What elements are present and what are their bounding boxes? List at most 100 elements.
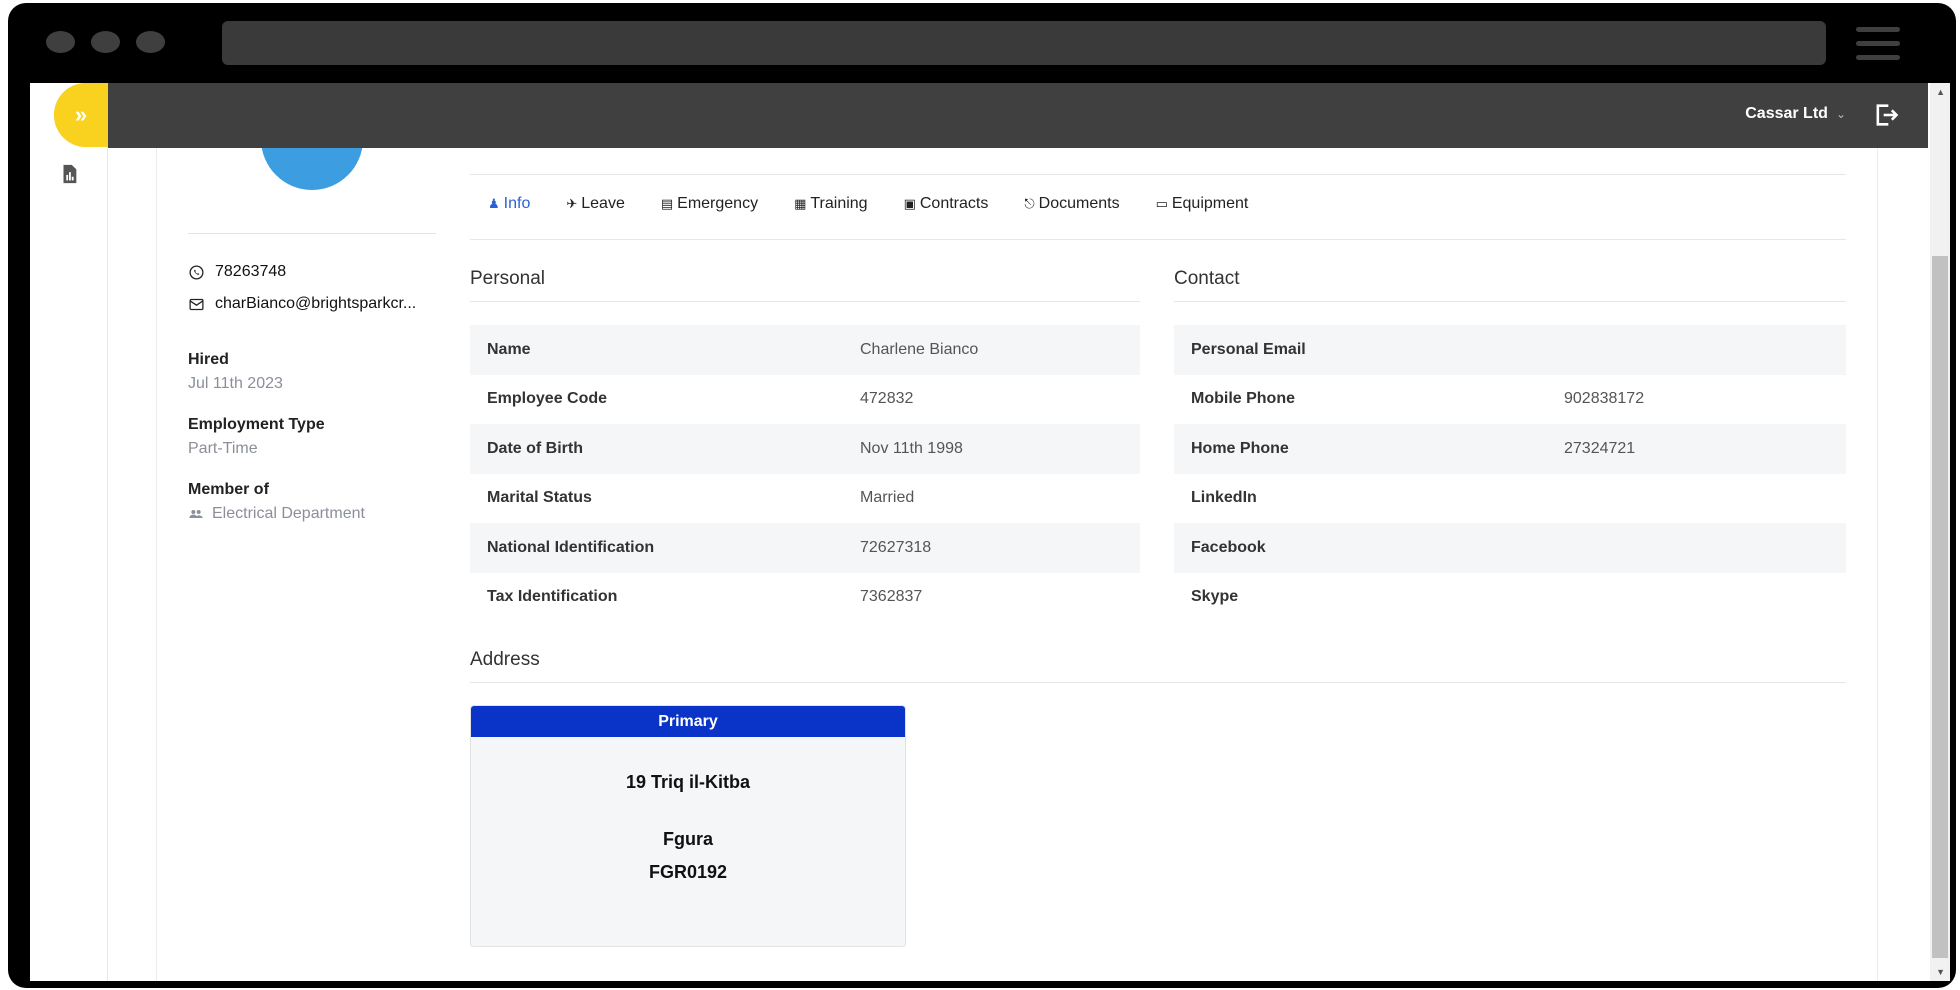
employment-type-label: Employment Type [188, 416, 325, 433]
profile-divider [188, 233, 436, 234]
tab-emergency[interactable]: ▤ Emergency [661, 195, 758, 213]
address-bar[interactable] [222, 21, 1826, 65]
row-value: 72627318 [860, 538, 932, 556]
tab-contracts[interactable]: ▣ Contracts [904, 195, 989, 213]
window-controls [46, 31, 165, 53]
report-icon[interactable] [58, 163, 80, 185]
scroll-thumb[interactable] [1932, 256, 1948, 958]
hired-label: Hired [188, 351, 229, 368]
row-label: Employee Code [487, 390, 608, 408]
table-row: Employee Code 472832 [470, 375, 1140, 425]
table-row: LinkedIn [1174, 474, 1846, 524]
row-value [1564, 573, 1846, 623]
address-city: Fgura [662, 829, 713, 849]
table-row: Mobile Phone 902838172 [1174, 375, 1846, 425]
employment-type-value: Part-Time [188, 440, 258, 457]
tab-leave[interactable]: ✈ Leave [566, 195, 625, 213]
page-scrollbar[interactable]: ▲ ▼ [1930, 83, 1950, 981]
member-of-label: Member of [188, 481, 269, 498]
row-value: 472832 [860, 390, 914, 408]
row-value: Charlene Bianco [860, 340, 979, 358]
company-selector-label[interactable]: Cassar Ltd ⌄ [1745, 105, 1846, 123]
contact-table: Personal Email Mobile Phone 902838172 Ho… [1174, 325, 1846, 622]
tab-leave-label: Leave [581, 195, 625, 212]
browser-menu-icon[interactable] [1856, 27, 1900, 69]
table-row: Skype [1174, 573, 1846, 623]
scroll-down-icon[interactable]: ▼ [1936, 967, 1945, 977]
row-value: 27324721 [1564, 439, 1636, 457]
tabs-top-divider [470, 174, 1846, 175]
tab-training[interactable]: ▦ Training [794, 195, 868, 213]
address-section-divider [470, 682, 1846, 683]
tabs-bottom-divider [470, 239, 1846, 240]
row-label: Mobile Phone [1191, 390, 1295, 408]
address-section-title: Address [470, 649, 540, 670]
tab-equipment-label: Equipment [1171, 195, 1249, 212]
browser-frame: » Cassar Ltd ⌄ CB [8, 3, 1956, 988]
row-label: Personal Email [1191, 340, 1306, 358]
row-value: Married [860, 489, 915, 507]
tab-info-label: Info [503, 195, 531, 212]
tab-info[interactable]: ♟ Info [488, 195, 530, 213]
row-label: LinkedIn [1191, 489, 1257, 507]
tab-emergency-label: Emergency [677, 195, 759, 212]
row-label: Home Phone [1191, 439, 1289, 457]
card-icon: ▤ [660, 196, 674, 211]
tab-equipment[interactable]: ▭ Equipment [1156, 195, 1249, 213]
table-row: Date of Birth Nov 11th 1998 [470, 424, 1140, 474]
row-label: National Identification [487, 538, 655, 556]
whatsapp-icon [189, 264, 204, 280]
tab-contracts-label: Contracts [919, 195, 989, 212]
window-close-dot[interactable] [46, 31, 75, 53]
row-label: Date of Birth [487, 439, 583, 457]
personal-section-title: Personal [470, 268, 545, 289]
contact-section-divider [1174, 301, 1846, 302]
row-label: Skype [1191, 588, 1239, 606]
table-row: Home Phone 27324721 [1174, 424, 1846, 474]
table-row: National Identification 72627318 [470, 523, 1140, 573]
tab-training-label: Training [810, 195, 868, 212]
person-icon: ♟ [488, 196, 500, 211]
personal-section-divider [470, 301, 1140, 302]
department-name: Electrical Department [212, 505, 365, 522]
row-value [1564, 325, 1846, 375]
profile-phone[interactable]: 78263748 [188, 263, 286, 281]
table-row: Name Charlene Bianco [470, 325, 1140, 375]
phone-number: 78263748 [215, 263, 287, 280]
row-value: 7362837 [860, 588, 923, 606]
row-label: Marital Status [487, 489, 592, 507]
link-icon: ⎋ [1024, 196, 1035, 211]
plane-departure-icon: ✈ [566, 196, 578, 211]
table-icon: ▦ [794, 196, 807, 211]
hired-value: Jul 11th 2023 [188, 375, 283, 392]
table-row: Marital Status Married [470, 474, 1140, 524]
window-minimize-dot[interactable] [91, 31, 120, 53]
row-value [1564, 523, 1846, 573]
profile-email[interactable]: charBianco@brightsparkcr... [188, 295, 416, 313]
address-card[interactable]: Primary 19 Triq il-Kitba Fgura FGR0192 [470, 705, 906, 947]
table-row: Tax Identification 7362837 [470, 573, 1140, 623]
calendar-icon: ▣ [903, 196, 916, 211]
row-value: 902838172 [1564, 390, 1645, 408]
contact-section-title: Contact [1174, 268, 1240, 289]
scroll-up-icon[interactable]: ▲ [1936, 87, 1945, 97]
address-postcode: FGR0192 [648, 862, 728, 882]
left-rail: » [30, 83, 108, 981]
table-row: Facebook [1174, 523, 1846, 573]
address-street: 19 Triq il-Kitba [625, 772, 751, 792]
member-of-value[interactable]: Electrical Department [188, 505, 365, 523]
profile-tabs: ♟ Info ✈ Leave ▤ Emergency ▦ Training ▣ … [488, 195, 1248, 213]
row-label: Name [487, 340, 531, 358]
personal-table: Name Charlene Bianco Employee Code 47283… [470, 325, 1140, 622]
chevron-down-icon: ⌄ [1835, 107, 1846, 121]
row-value [1564, 474, 1846, 524]
tab-documents[interactable]: ⎋ Documents [1024, 195, 1119, 213]
laptop-icon: ▭ [1155, 196, 1168, 211]
page-viewport: » Cassar Ltd ⌄ CB [30, 83, 1950, 981]
window-maximize-dot[interactable] [136, 31, 165, 53]
mail-icon [189, 298, 204, 310]
company-name: Cassar Ltd [1745, 105, 1828, 122]
logout-icon[interactable] [1872, 101, 1900, 129]
table-row: Personal Email [1174, 325, 1846, 375]
row-value: Nov 11th 1998 [860, 439, 963, 457]
